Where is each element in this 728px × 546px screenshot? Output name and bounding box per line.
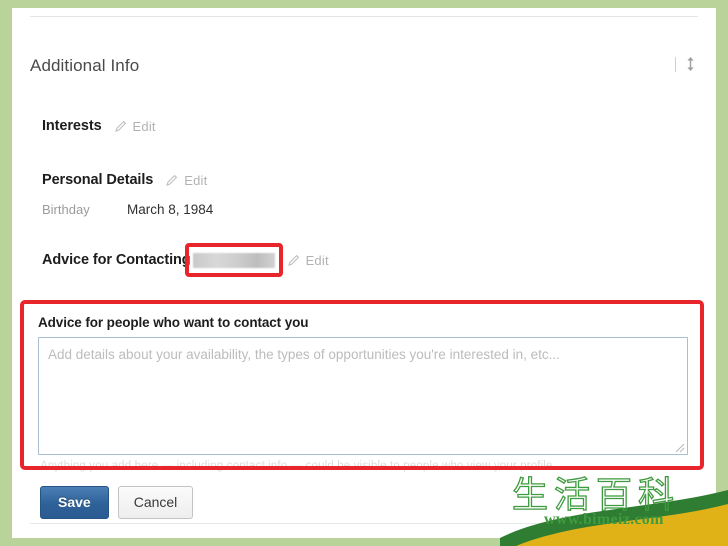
- top-divider: [30, 16, 698, 17]
- section-interests: Interests Edit: [42, 118, 156, 134]
- pencil-icon: [287, 253, 301, 267]
- header-tools: [675, 56, 696, 72]
- section-advice-for-contacting: Advice for Contacting Edit: [42, 242, 329, 277]
- edit-interests-label: Edit: [132, 118, 156, 134]
- section-personal-details-title: Personal Details: [42, 172, 154, 188]
- advice-edit-highlight-panel: Advice for people who want to contact yo…: [20, 300, 704, 470]
- birthday-value: March 8, 1984: [127, 202, 214, 217]
- pencil-icon: [165, 173, 179, 187]
- page-title: Additional Info: [30, 56, 140, 75]
- section-interests-title: Interests: [42, 118, 102, 134]
- form-actions: Save Cancel: [40, 486, 194, 519]
- edit-personal-details-label: Edit: [184, 172, 208, 188]
- header-divider: [675, 56, 676, 72]
- advice-field-label: Advice for people who want to contact yo…: [38, 315, 309, 330]
- up-down-arrow-icon[interactable]: [685, 56, 696, 72]
- edit-personal-details-button[interactable]: Edit: [165, 173, 207, 188]
- advice-textarea-container[interactable]: [38, 337, 688, 455]
- edit-advice-button[interactable]: Edit: [287, 253, 329, 268]
- pencil-icon: [114, 119, 128, 133]
- profile-panel: Additional Info Interests Edit Personal …: [12, 8, 716, 538]
- advice-edit-form: Advice for people who want to contact yo…: [24, 304, 700, 466]
- section-advice-title: Advice for Contacting: [42, 252, 191, 268]
- birthday-label: Birthday: [42, 202, 90, 217]
- redacted-name-blur: [192, 252, 275, 268]
- redacted-name: [184, 242, 283, 277]
- edit-interests-button[interactable]: Edit: [114, 119, 156, 134]
- cancel-button[interactable]: Cancel: [117, 486, 194, 519]
- birthday-row: Birthday March 8, 1984: [42, 202, 213, 217]
- section-personal-details: Personal Details Edit: [42, 172, 207, 188]
- bottom-divider: [30, 523, 698, 524]
- edit-advice-label: Edit: [305, 252, 329, 268]
- section-header: Additional Info: [30, 54, 698, 86]
- advice-textarea[interactable]: [39, 338, 687, 454]
- save-button[interactable]: Save: [40, 486, 109, 519]
